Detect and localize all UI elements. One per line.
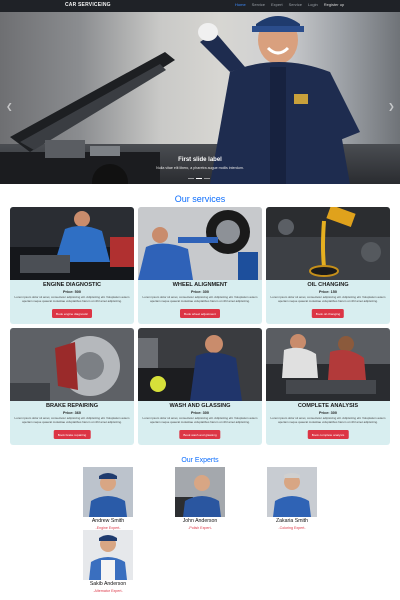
book-wheel-adjustment-button[interactable]: Book wheel adjustment [180, 309, 220, 318]
book-engine-diagnostic-button[interactable]: Book engine diagnostic [52, 309, 92, 318]
wash-and-glassing-image [138, 328, 262, 401]
service-card-oil-changing: OIL CHANGING Price: 150 Lorem ipsum dolo… [266, 207, 390, 324]
expert-name: Sakib Anderson [89, 581, 127, 587]
nav-link-login[interactable]: Login [308, 2, 318, 7]
expert-photo [83, 530, 133, 580]
service-price: Price: 500 [63, 290, 81, 294]
carousel-next-icon[interactable]: ❯ [388, 102, 395, 111]
expert-photo [267, 467, 317, 517]
service-description: Lorem ipsum dolor sit amet, consectetur … [270, 295, 386, 303]
oil-changing-image [266, 207, 390, 280]
expert-card-andrew-smith: Andrew Smith -Engine Expert- [78, 467, 138, 537]
expert-role: -Coloring Expert- [278, 526, 306, 530]
carousel-indicator-3[interactable] [204, 178, 210, 179]
expert-photo [83, 467, 133, 517]
carousel-indicators [188, 178, 210, 179]
book-oil-changing-button[interactable]: Book oil changing [311, 309, 345, 318]
service-price: Price: 300 [191, 290, 209, 294]
book-wash-and-glassing-button[interactable]: Book wash and glassing [179, 430, 221, 439]
brake-repairing-image [10, 328, 134, 401]
expert-name: Andrew Smith [91, 518, 125, 524]
carousel-indicator-1[interactable] [188, 178, 194, 179]
service-name: COMPLETE ANALYSIS [297, 403, 359, 409]
nav-link-home[interactable]: Home [235, 2, 246, 7]
carousel-indicator-2[interactable] [196, 178, 202, 179]
service-card-engine-diagnostic: ENGINE DIAGNOSTIC Price: 500 Lorem ipsum… [10, 207, 134, 324]
service-name: OIL CHANGING [307, 282, 349, 288]
service-name: ENGINE DIAGNOSTIC [42, 282, 102, 288]
nav-link-expert[interactable]: Expert [271, 2, 283, 7]
service-card-wheel-alignment: WHEEL ALIGNMENT Price: 300 Lorem ipsum d… [138, 207, 262, 324]
service-price: Price: 360 [63, 411, 81, 415]
carousel-prev-icon[interactable]: ❮ [6, 102, 13, 111]
expert-card-zakaria-smith: Zakaria Smith -Coloring Expert- [262, 467, 322, 537]
service-name: WASH AND GLASSING [169, 403, 231, 409]
book-brake-repairing-button[interactable]: Book brake repairing [53, 430, 91, 439]
nav-link-service-2[interactable]: Service [289, 2, 302, 7]
service-description: Lorem ipsum dolor sit amet, consectetur … [142, 416, 258, 424]
service-price: Price: 150 [319, 290, 337, 294]
carousel-caption-title: First slide label [178, 157, 222, 163]
service-name: WHEEL ALIGNMENT [172, 282, 228, 288]
carousel-caption-text: Nulla vitae elit libero, a pharetra augu… [156, 166, 244, 170]
expert-photo [175, 467, 225, 517]
service-card-brake-repairing: BRAKE REPAIRING Price: 360 Lorem ipsum d… [10, 328, 134, 445]
hero-carousel: ❮ ❯ First slide label Nulla vitae elit l… [0, 12, 400, 184]
nav-link-service[interactable]: Service [252, 2, 265, 7]
brand-logo[interactable]: CAR SERVICEING [65, 2, 111, 8]
nav-link-register[interactable]: Register up [324, 2, 344, 7]
expert-name: Zakaria Smith [276, 518, 308, 524]
book-complete-analysis-button[interactable]: Book complete analysis [307, 430, 349, 439]
experts-heading: Our Experts [181, 457, 219, 464]
top-navbar: CAR SERVICEING Home Service Expert Servi… [0, 0, 400, 12]
nav-links: Home Service Expert Service Login Regist… [235, 2, 344, 7]
service-description: Lorem ipsum dolor sit amet, consectetur … [14, 416, 130, 424]
engine-diagnostic-image [10, 207, 134, 280]
service-description: Lorem ipsum dolor sit amet, consectetur … [14, 295, 130, 303]
services-heading: Our services [174, 194, 226, 204]
wheel-alignment-image [138, 207, 262, 280]
service-price: Price: 300 [191, 411, 209, 415]
service-card-wash-and-glassing: WASH AND GLASSING Price: 300 Lorem ipsum… [138, 328, 262, 445]
service-card-complete-analysis: COMPLETE ANALYSIS Price: 300 Lorem ipsum… [266, 328, 390, 445]
service-price: Price: 300 [319, 411, 337, 415]
expert-card-john-anderson: John Anderson -Polish Expert- [170, 467, 230, 537]
expert-role: -Polish Expert- [188, 526, 212, 530]
service-name: BRAKE REPAIRING [45, 403, 99, 409]
expert-name: John Anderson [182, 518, 218, 524]
expert-card-sakib-anderson: Sakib Anderson -Alternator Expert- [78, 530, 138, 600]
expert-role: -Alternator Expert- [93, 589, 123, 593]
service-description: Lorem ipsum dolor sit amet, consectetur … [142, 295, 258, 303]
complete-analysis-image [266, 328, 390, 401]
service-description: Lorem ipsum dolor sit amet, consectetur … [270, 416, 386, 424]
